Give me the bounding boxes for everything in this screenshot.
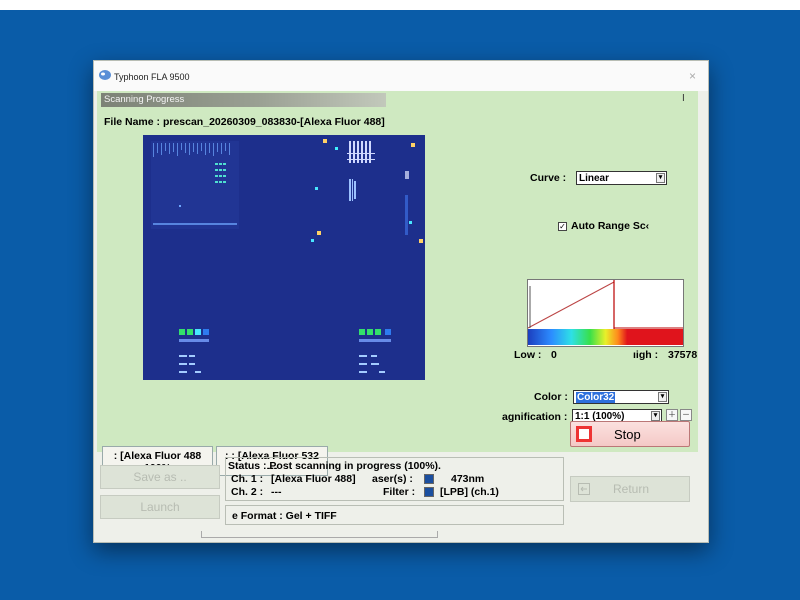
ch2-value: --- (271, 486, 282, 498)
app-icon (99, 70, 111, 80)
format-line: e Format : Gel + TIFF (232, 510, 337, 522)
progress-header-title: Scanning Progress (104, 94, 185, 105)
status-line: Status : Post scanning in progress (100%… (228, 460, 441, 472)
high-value: 37578 (668, 349, 698, 361)
chevron-down-icon: ▾ (651, 411, 660, 421)
filter-icon (424, 487, 434, 497)
stop-icon (576, 426, 592, 442)
laser-label: aser(s) : (372, 473, 413, 485)
typhoon-window: Typhoon FLA 9500 × Scanning Progress I F… (93, 60, 709, 543)
color-dropdown[interactable]: Color32 ▾ (573, 390, 669, 404)
zoom-in-icon[interactable]: ＋ (666, 409, 678, 421)
launch-button[interactable]: Launch (100, 495, 220, 519)
scan-preview-image (143, 135, 425, 380)
screen-top-bar (0, 0, 800, 10)
tab-channel-1-name: : [Alexa Fluor 488 (113, 450, 202, 462)
return-button-label: Return (613, 482, 650, 496)
status-panel: Status : Post scanning in progress (100%… (225, 457, 564, 501)
histogram-panel (527, 279, 684, 347)
filter-label: Filter : (383, 486, 416, 498)
high-label: ıigh : (633, 349, 659, 361)
ch1-label: Ch. 1 : (231, 473, 264, 485)
bottom-strip (201, 531, 438, 538)
file-name: File Name : prescan_20260309_083830-[Ale… (104, 116, 385, 128)
ch2-label: Ch. 2 : (231, 486, 264, 498)
low-label: Low : (514, 349, 542, 361)
laser-icon (424, 474, 434, 484)
curve-value: Linear (579, 173, 610, 184)
save-as-button[interactable]: Save as .. (100, 465, 220, 489)
zoom-out-icon[interactable]: － (680, 409, 692, 421)
color-label: Color : (534, 391, 568, 403)
chevron-down-icon: ▾ (656, 173, 665, 183)
magnification-label: agnification : (502, 411, 568, 423)
low-value: 0 (551, 349, 557, 361)
auto-range-checkbox[interactable]: ✓ (558, 222, 567, 231)
scan-preview-graphic (143, 135, 425, 380)
auto-range-label: Auto Range Sc‹ (571, 220, 650, 232)
stop-button[interactable]: Stop (570, 421, 690, 447)
ch1-value: [Alexa Fluor 488] (271, 473, 356, 485)
curve-dropdown[interactable]: Linear ▾ (576, 171, 667, 185)
return-button[interactable]: Return (570, 476, 690, 502)
chevron-down-icon: ▾ (658, 392, 667, 402)
header-marker: I (682, 93, 685, 104)
color-value: Color32 (576, 392, 616, 403)
file-name-label: File Name : (104, 116, 161, 128)
title-bar[interactable]: Typhoon FLA 9500 × (94, 61, 708, 91)
stop-button-label: Stop (614, 427, 641, 442)
format-panel: e Format : Gel + TIFF (225, 505, 564, 525)
scan-frame: Scanning Progress I File Name : prescan_… (97, 91, 698, 476)
filter-value: [LPB] (ch.1) (440, 486, 499, 498)
close-icon[interactable]: × (689, 69, 696, 83)
curve-label: Curve : (530, 172, 567, 184)
file-name-value: prescan_20260309_083830-[Alexa Fluor 488… (162, 116, 385, 128)
window-title: Typhoon FLA 9500 (114, 72, 190, 82)
progress-header: Scanning Progress (101, 93, 386, 107)
return-icon (578, 483, 590, 495)
laser-value: 473nm (451, 473, 485, 485)
histogram-graphic (527, 280, 683, 345)
